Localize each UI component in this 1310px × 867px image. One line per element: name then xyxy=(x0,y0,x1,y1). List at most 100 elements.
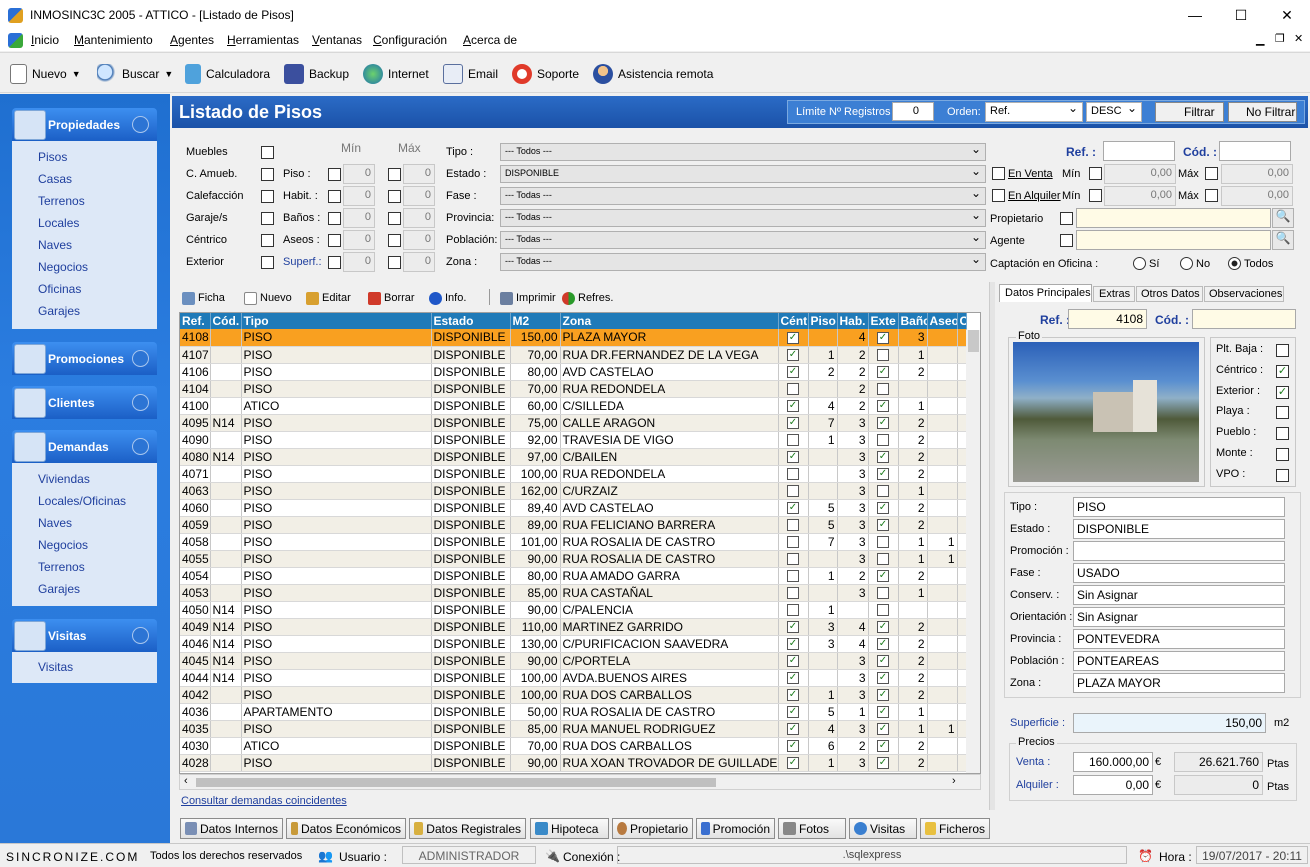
collapse-icon[interactable] xyxy=(132,627,149,644)
hscroll-thumb[interactable] xyxy=(196,778,716,787)
table-row[interactable]: 4108 PISO DISPONIBLE 150,00 PLAZA MAYOR ✓ 4 ✓ 3 xyxy=(180,329,967,347)
horizontal-scrollbar[interactable]: ‹ › xyxy=(179,774,981,790)
tab-hipoteca[interactable]: Hipoteca xyxy=(530,818,609,839)
sidebar-item-oficinas[interactable]: Oficinas xyxy=(38,282,81,296)
no-filtrar-button[interactable]: No Filtrar xyxy=(1228,102,1297,122)
table-row[interactable]: 4042 PISO DISPONIBLE 100,00 RUA DOS CARBALLO… xyxy=(180,686,967,704)
detail-field-value[interactable]: DISPONIBLE xyxy=(1073,519,1285,539)
dropdown-arrow-icon[interactable]: ▼ xyxy=(164,69,173,79)
table-row[interactable]: 4107 PISO DISPONIBLE 70,00 RUA DR.FERNANDEZ … xyxy=(180,346,967,364)
detail-ref-input[interactable]: 4108 xyxy=(1068,309,1147,329)
range-superf-max-input[interactable]: 0 xyxy=(403,252,435,272)
menu-agentes[interactable]: Agentes xyxy=(170,33,214,47)
grid-column-header[interactable]: Zona xyxy=(560,313,779,329)
superficie-input[interactable]: 150,00 xyxy=(1073,713,1266,733)
table-row[interactable]: 4028 PISO DISPONIBLE 90,00 RUA XOAN TROVADOR… xyxy=(180,754,967,772)
venta-max-input[interactable]: 0,00 xyxy=(1221,164,1293,184)
ref-filter-input[interactable] xyxy=(1103,141,1175,161)
grid-column-header[interactable]: Tipo xyxy=(241,313,432,329)
grid-column-header[interactable]: Baño xyxy=(898,313,928,329)
en-alquiler-checkbox[interactable] xyxy=(992,189,1005,202)
range-banos-max-checkbox[interactable] xyxy=(388,212,401,225)
captacion-si-radio[interactable] xyxy=(1133,257,1146,270)
soporte-button[interactable]: Soporte xyxy=(512,63,579,85)
grid-column-header[interactable]: Aseo xyxy=(927,313,958,329)
filtrar-button[interactable]: Filtrar xyxy=(1155,102,1224,122)
scroll-right-icon[interactable]: › xyxy=(952,775,956,787)
table-row[interactable]: 4095 N14 PISO DISPONIBLE 75,00 CALLE ARAGON ✓ 7… xyxy=(180,414,967,432)
filter-garaje-checkbox[interactable] xyxy=(261,212,274,225)
imprimir-button[interactable]: Imprimir xyxy=(500,287,556,309)
ficha-button[interactable]: Ficha xyxy=(182,287,225,309)
backup-button[interactable]: Backup xyxy=(284,63,349,85)
sidebar-item-negocios[interactable]: Negocios xyxy=(38,260,88,274)
range-banos-min-checkbox[interactable] xyxy=(328,212,341,225)
range-piso-min-checkbox[interactable] xyxy=(328,168,341,181)
scroll-thumb[interactable] xyxy=(968,330,979,352)
collapse-icon[interactable] xyxy=(132,438,149,455)
tab-fotos[interactable]: Fotos xyxy=(778,818,846,839)
internet-button[interactable]: Internet xyxy=(363,63,429,85)
en-alquiler-label[interactable]: En Alquiler xyxy=(1008,190,1061,202)
info-button[interactable]: Info. xyxy=(429,287,466,309)
range-habit-min-input[interactable]: 0 xyxy=(343,186,375,206)
table-row[interactable]: 4080 N14 PISO DISPONIBLE 97,00 C/BAILEN ✓ 3 ✓ 2 xyxy=(180,448,967,466)
expand-icon[interactable] xyxy=(132,394,149,411)
tab-otros-datos[interactable]: Otros Datos xyxy=(1136,286,1203,302)
menu-mantenimiento[interactable]: Mantenimiento xyxy=(74,33,153,47)
propietario-input[interactable] xyxy=(1076,208,1271,228)
fase-select[interactable]: --- Todas --- xyxy=(500,187,986,205)
collapse-icon[interactable] xyxy=(132,116,149,133)
flag-checkbox[interactable] xyxy=(1276,468,1289,482)
filter-muebles-checkbox[interactable] xyxy=(261,146,274,159)
scroll-left-icon[interactable]: ‹ xyxy=(184,775,188,787)
maximize-button[interactable]: ☐ xyxy=(1218,0,1264,30)
sidebar-group-propiedades[interactable]: Propiedades xyxy=(12,108,157,141)
sidebar-item-negocios[interactable]: Negocios xyxy=(38,538,88,552)
sidebar-item-visitas[interactable]: Visitas xyxy=(38,660,73,674)
en-venta-label[interactable]: En Venta xyxy=(1008,168,1053,180)
table-row[interactable]: 4035 PISO DISPONIBLE 85,00 RUA MANUEL RODRIG… xyxy=(180,720,967,738)
table-row[interactable]: 4058 PISO DISPONIBLE 101,00 RUA ROSALIA DE C… xyxy=(180,533,967,551)
menu-configuracion[interactable]: Configuración xyxy=(373,33,447,47)
range-habit-max-checkbox[interactable] xyxy=(388,190,401,203)
tab-datos-internos[interactable]: Datos Internos xyxy=(180,818,283,839)
range-habit-max-input[interactable]: 0 xyxy=(403,186,435,206)
asistencia-remota-button[interactable]: Asistencia remota xyxy=(593,63,713,85)
range-habit-min-checkbox[interactable] xyxy=(328,190,341,203)
sidebar-item-garajes[interactable]: Garajes xyxy=(38,304,80,318)
child-close-icon[interactable]: ✕ xyxy=(1294,32,1303,45)
menu-ventanas[interactable]: Ventanas xyxy=(312,33,362,47)
venta-min-checkbox[interactable] xyxy=(1089,167,1102,180)
minimize-button[interactable]: — xyxy=(1172,0,1218,30)
property-photo[interactable] xyxy=(1013,342,1199,482)
table-row[interactable]: 4090 PISO DISPONIBLE 92,00 TRAVESIA DE VIGO 1… xyxy=(180,431,967,449)
tab-propietario[interactable]: Propietario xyxy=(612,818,693,839)
detail-field-value[interactable]: PONTEVEDRA xyxy=(1073,629,1285,649)
range-banos-min-input[interactable]: 0 xyxy=(343,208,375,228)
filter-calefaccion-checkbox[interactable] xyxy=(261,190,274,203)
grid-column-header[interactable]: Cód. xyxy=(210,313,242,329)
alquiler-max-input[interactable]: 0,00 xyxy=(1221,186,1293,206)
table-row[interactable]: 4063 PISO DISPONIBLE 162,00 C/URZAIZ 3 1 xyxy=(180,482,967,500)
flag-checkbox[interactable] xyxy=(1276,344,1289,357)
buscar-button[interactable]: Buscar ▼ xyxy=(97,63,173,85)
grid-column-header[interactable]: Ref. xyxy=(180,313,211,329)
venta-min-input[interactable]: 0,00 xyxy=(1104,164,1176,184)
table-row[interactable]: 4106 PISO DISPONIBLE 80,00 AVD CASTELAO ✓ 2 2 ✓ 2 xyxy=(180,363,967,381)
detail-field-value[interactable]: Sin Asignar xyxy=(1073,585,1285,605)
sidebar-group-promociones[interactable]: Promociones xyxy=(12,342,157,375)
tab-observaciones[interactable]: Observaciones xyxy=(1204,286,1284,302)
range-superf-max-checkbox[interactable] xyxy=(388,256,401,269)
filter-exterior-checkbox[interactable] xyxy=(261,256,274,269)
tab-extras[interactable]: Extras xyxy=(1093,286,1135,302)
tab-datos-economicos[interactable]: Datos Económicos xyxy=(286,818,406,839)
range-piso-max-input[interactable]: 0 xyxy=(403,164,435,184)
grid-column-header[interactable]: Hab. xyxy=(837,313,869,329)
close-button[interactable]: ✕ xyxy=(1264,0,1310,30)
table-row[interactable]: 4036 APARTAMENTO DISPONIBLE 50,00 RUA ROSALI… xyxy=(180,703,967,721)
child-restore-icon[interactable]: ❐ xyxy=(1275,32,1285,45)
cod-filter-input[interactable] xyxy=(1219,141,1291,161)
detail-field-value[interactable]: PISO xyxy=(1073,497,1285,517)
email-button[interactable]: Email xyxy=(443,63,498,85)
